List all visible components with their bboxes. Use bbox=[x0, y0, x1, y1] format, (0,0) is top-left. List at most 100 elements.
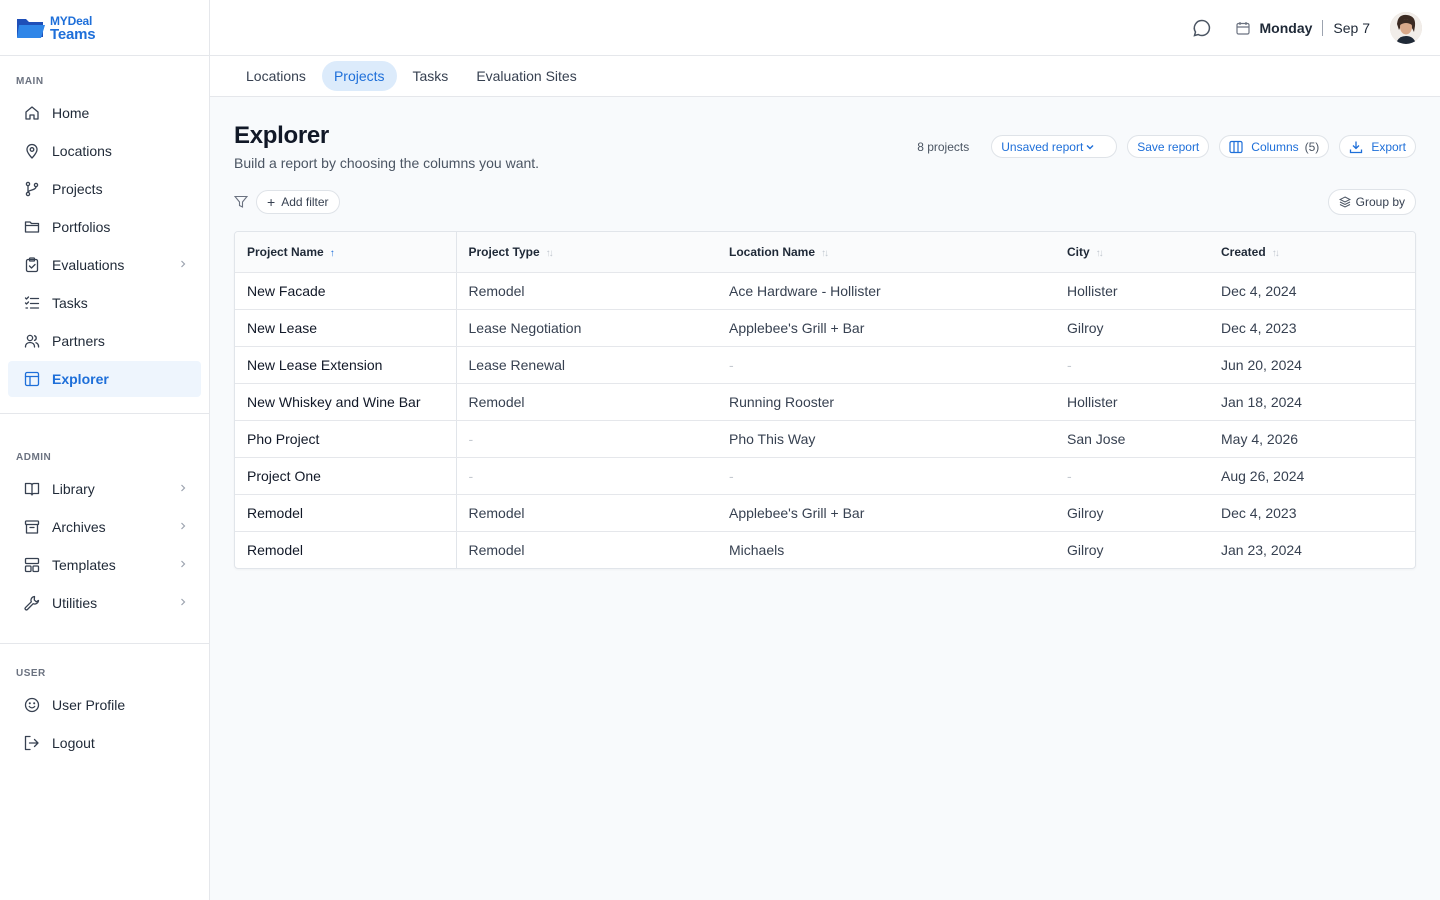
table-cell-created: Dec 4, 2023 bbox=[1209, 494, 1415, 532]
sidebar-item-utilities[interactable]: Utilities bbox=[8, 585, 201, 621]
add-filter-button[interactable]: + Add filter bbox=[256, 190, 340, 214]
sidebar-item-evaluations[interactable]: Evaluations bbox=[8, 247, 201, 283]
sidebar-item-label: Tasks bbox=[52, 295, 88, 311]
table-cell-project-name[interactable]: Pho Project bbox=[235, 420, 457, 458]
column-header-city[interactable]: City ↑↓ bbox=[1055, 232, 1209, 273]
column-header-label: Project Name bbox=[247, 244, 324, 259]
branch-icon bbox=[24, 181, 40, 197]
cell-value: - bbox=[729, 467, 734, 484]
group-by-label: Group by bbox=[1355, 195, 1405, 209]
sidebar-item-explorer[interactable]: Explorer bbox=[8, 361, 201, 397]
cell-value: San Jose bbox=[1067, 430, 1126, 447]
users-icon bbox=[24, 333, 40, 349]
wrench-icon bbox=[24, 595, 40, 611]
cell-value: Running Rooster bbox=[729, 393, 835, 410]
cell-value: - bbox=[1067, 356, 1072, 373]
cell-value: Remodel bbox=[468, 393, 525, 410]
sidebar-item-user-profile[interactable]: User Profile bbox=[8, 687, 201, 723]
table-cell-location-name: - bbox=[717, 346, 1055, 384]
report-select-label: Unsaved report bbox=[1001, 139, 1084, 154]
cell-value: Remodel bbox=[468, 504, 525, 521]
date-separator bbox=[1322, 20, 1324, 36]
table-cell-location-name: - bbox=[717, 457, 1055, 495]
table-row[interactable]: New Whiskey and Wine Bar Remodel Running R… bbox=[235, 383, 1415, 421]
logo-folder-icon bbox=[17, 18, 45, 38]
smile-icon bbox=[24, 697, 40, 713]
sidebar: MYDeal Teams MAIN Home Locations Projects Po… bbox=[0, 0, 210, 900]
sidebar-item-archives[interactable]: Archives bbox=[8, 509, 201, 545]
chevron-right-icon bbox=[181, 598, 186, 606]
column-header-created[interactable]: Created ↑↓ bbox=[1209, 232, 1415, 273]
sidebar-item-portfolios[interactable]: Portfolios bbox=[8, 209, 201, 245]
table-row[interactable]: Project One - - - Aug 26, 2024 bbox=[235, 457, 1415, 495]
sidebar-item-library[interactable]: Library bbox=[8, 471, 201, 507]
column-header-project-type[interactable]: Project Type ↑↓ bbox=[456, 232, 717, 273]
table-row[interactable]: Remodel Remodel Michaels Gilroy Jan 23, 2024 bbox=[235, 531, 1415, 568]
table-row[interactable]: New Facade Remodel Ace Hardware - Holliste… bbox=[235, 272, 1415, 310]
cell-value: Remodel bbox=[247, 541, 304, 558]
filter-funnel-icon[interactable] bbox=[234, 195, 248, 209]
table-cell-project-name[interactable]: New Whiskey and Wine Bar bbox=[235, 383, 457, 421]
sidebar-item-home[interactable]: Home bbox=[8, 95, 201, 131]
sidebar-item-locations[interactable]: Locations bbox=[8, 133, 201, 169]
cell-value: Pho Project bbox=[247, 430, 320, 447]
table-cell-project-name[interactable]: Remodel bbox=[235, 494, 457, 532]
table-cell-city: - bbox=[1055, 346, 1209, 384]
sidebar-item-logout[interactable]: Logout bbox=[8, 725, 201, 761]
cell-value: - bbox=[729, 356, 734, 373]
template-icon bbox=[24, 557, 40, 573]
group-by-button[interactable]: Group by bbox=[1327, 189, 1416, 215]
table-row[interactable]: Pho Project - Pho This Way San Jose May 4, 2… bbox=[235, 420, 1415, 458]
columns-count: (5) bbox=[1304, 139, 1320, 154]
chevron-down-icon bbox=[1086, 144, 1094, 149]
columns-button[interactable]: Columns (5) bbox=[1219, 135, 1330, 158]
cell-value: Jan 18, 2024 bbox=[1221, 393, 1302, 410]
sidebar-item-tasks[interactable]: Tasks bbox=[8, 285, 201, 321]
column-header-location-name[interactable]: Location Name ↑↓ bbox=[717, 232, 1055, 273]
report-select[interactable]: Unsaved report bbox=[991, 135, 1118, 158]
projects-table: Project Name ↑ Project Type ↑↓ Location Name… bbox=[234, 231, 1416, 569]
table-row[interactable]: New Lease Extension Lease Renewal - - Jun 20… bbox=[235, 346, 1415, 384]
tab-evaluation-sites[interactable]: Evaluation Sites bbox=[464, 61, 588, 91]
task-list-icon bbox=[24, 295, 40, 311]
project-count: 8 projects bbox=[917, 139, 970, 154]
column-header-label: Project Type bbox=[468, 244, 540, 259]
table-cell-project-name[interactable]: Remodel bbox=[235, 531, 457, 568]
table-cell-project-name[interactable]: Project One bbox=[235, 457, 457, 495]
cell-value: New Whiskey and Wine Bar bbox=[247, 393, 421, 410]
cell-value: Aug 26, 2024 bbox=[1221, 467, 1305, 484]
archive-icon bbox=[24, 519, 40, 535]
save-report-button[interactable]: Save report bbox=[1127, 135, 1210, 158]
chat-bubble-icon[interactable] bbox=[1192, 18, 1212, 38]
table-cell-project-name[interactable]: New Facade bbox=[235, 272, 457, 310]
sidebar-item-label: Logout bbox=[52, 735, 95, 751]
table-icon bbox=[24, 371, 40, 387]
export-button[interactable]: Export bbox=[1339, 135, 1416, 158]
sidebar-item-label: Portfolios bbox=[52, 219, 111, 235]
table-row[interactable]: Remodel Remodel Applebee's Grill + Bar Gilr… bbox=[235, 494, 1415, 532]
tab-locations[interactable]: Locations bbox=[234, 61, 318, 91]
column-header-project-name[interactable]: Project Name ↑ bbox=[235, 232, 457, 273]
clipboard-check-icon bbox=[24, 257, 40, 273]
table-cell-project-name[interactable]: New Lease bbox=[235, 309, 457, 347]
table-cell-project-name[interactable]: New Lease Extension bbox=[235, 346, 457, 384]
cell-value: Gilroy bbox=[1067, 504, 1104, 521]
filter-row: + Add filter Group by bbox=[234, 189, 1416, 215]
user-avatar[interactable] bbox=[1390, 12, 1422, 44]
cell-value: May 4, 2026 bbox=[1221, 430, 1299, 447]
sidebar-item-templates[interactable]: Templates bbox=[8, 547, 201, 583]
cell-value: New Lease Extension bbox=[247, 356, 383, 373]
app-logo[interactable]: MYDeal Teams bbox=[0, 0, 209, 56]
sidebar-item-partners[interactable]: Partners bbox=[8, 323, 201, 359]
sidebar-item-label: Archives bbox=[52, 519, 106, 535]
table-row[interactable]: New Lease Lease Negotiation Applebee's Gri… bbox=[235, 309, 1415, 347]
table-cell-created: May 4, 2026 bbox=[1209, 420, 1415, 458]
chevron-right-icon bbox=[181, 484, 186, 492]
chevron-right-icon bbox=[181, 522, 186, 530]
tab-tasks[interactable]: Tasks bbox=[401, 61, 461, 91]
current-day: Monday bbox=[1259, 20, 1313, 36]
tab-projects[interactable]: Projects bbox=[321, 61, 397, 91]
table-cell-city: Hollister bbox=[1055, 272, 1209, 310]
sidebar-item-projects[interactable]: Projects bbox=[8, 171, 201, 207]
layers-icon bbox=[1338, 196, 1351, 208]
